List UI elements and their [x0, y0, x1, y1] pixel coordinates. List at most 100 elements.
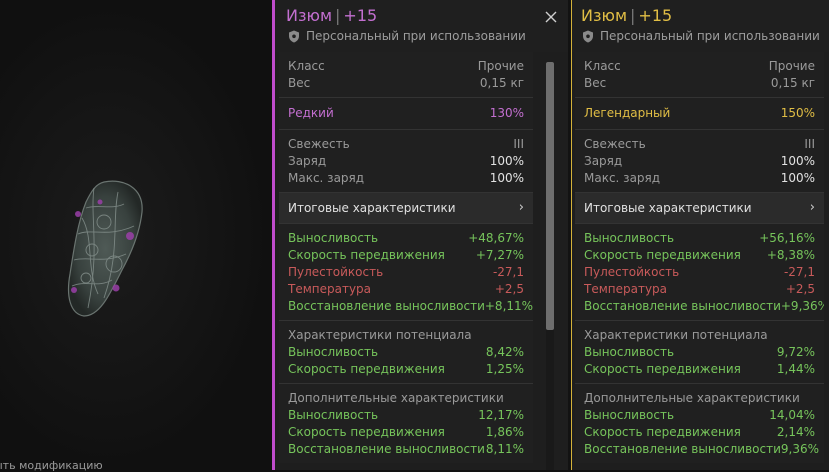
- section-title: Дополнительные характеристики: [288, 391, 504, 405]
- summary-toggle-button[interactable]: Итоговые характеристики ›: [575, 193, 824, 224]
- stat-row: Восстановление выносливости+9,36%: [584, 298, 824, 315]
- stat-label: Свежесть: [584, 137, 646, 151]
- stat-row: Макс. заряд 100%: [288, 170, 524, 187]
- title-separator: |: [335, 6, 341, 25]
- stat-value: +8,11%: [484, 299, 533, 313]
- tooltip-body[interactable]: Класс Прочие Вес 0,15 кг Редкий 130% Свежес…: [279, 52, 533, 470]
- stat-value: Прочие: [477, 59, 524, 73]
- tooltip-header: Изюм | +15 Персональный при использовании: [275, 0, 568, 52]
- stat-value: +9,36%: [780, 299, 824, 313]
- stat-label: Выносливость: [584, 231, 675, 245]
- stat-value: 1,86%: [485, 425, 524, 439]
- scrollbar-thumb[interactable]: [546, 62, 554, 330]
- stat-value: Прочие: [768, 59, 815, 73]
- stat-row: Выносливость 14,04%: [584, 407, 815, 424]
- tooltip-body[interactable]: Класс Прочие Вес 0,15 кг Легендарный 150% С…: [575, 52, 824, 470]
- stat-label: Скорость передвижения: [584, 425, 741, 439]
- stat-label: Пулестойкость: [584, 265, 680, 279]
- stat-value: +56,16%: [759, 231, 815, 245]
- raisin-artifact-image: [67, 180, 143, 317]
- chevron-right-icon: ›: [809, 200, 815, 215]
- item-tooltip-compare: Изюм | +15 Персональный при использовании …: [571, 0, 829, 470]
- binding-text: Персональный при использовании: [600, 29, 820, 43]
- info-section: Класс Прочие Вес 0,15 кг: [575, 52, 824, 98]
- stat-label: Свежесть: [288, 137, 350, 151]
- stat-row: Восстановление выносливости 8,11%: [288, 441, 524, 458]
- stat-label: Выносливость: [288, 408, 379, 422]
- stat-label: Скорость передвижения: [584, 362, 741, 376]
- stat-row: Скорость передвижения 1,25%: [288, 361, 524, 378]
- stat-label: Вес: [288, 76, 311, 90]
- extra-section: Дополнительные характеристики Выносливос…: [279, 384, 533, 463]
- potential-section: Характеристики потенциала Выносливость 8,…: [279, 321, 533, 384]
- section-title: Дополнительные характеристики: [584, 391, 800, 405]
- stat-value: 2,14%: [776, 425, 815, 439]
- stat-label: Восстановление выносливости: [288, 442, 485, 456]
- item-name: Изюм: [286, 6, 333, 25]
- stat-row: Макс. заряд 100%: [584, 170, 815, 187]
- item-level: +15: [638, 6, 673, 25]
- stat-row: Вес 0,15 кг: [288, 75, 524, 92]
- rarity-section: Легендарный 150%: [575, 98, 824, 130]
- scrollbar-track[interactable]: [546, 62, 554, 470]
- stat-label: Выносливость: [288, 231, 379, 245]
- stat-row: Вес 0,15 кг: [584, 75, 815, 92]
- binding-info: Персональный при использовании: [288, 29, 526, 43]
- shield-icon: [583, 30, 593, 42]
- charge-section: Свежесть III Заряд 100% Макс. заряд 100%: [279, 130, 533, 193]
- extra-section: Дополнительные характеристики Выносливос…: [575, 384, 824, 463]
- stat-value: +8,38%: [766, 248, 815, 262]
- stat-label: Макс. заряд: [288, 171, 365, 185]
- rarity-label: Легендарный: [584, 106, 671, 120]
- summary-label: Итоговые характеристики: [288, 201, 456, 215]
- stat-label: Восстановление выносливости: [288, 299, 485, 313]
- stat-label: Класс: [288, 59, 325, 73]
- stat-label: Скорость передвижения: [584, 248, 741, 262]
- stat-value: 1,25%: [485, 362, 524, 376]
- title-separator: |: [630, 6, 636, 25]
- stat-value: 9,72%: [776, 345, 815, 359]
- stat-row: Скорость передвижения 2,14%: [584, 424, 815, 441]
- stat-row: Выносливость +48,67%: [288, 230, 524, 247]
- stat-label: Температура: [288, 282, 372, 296]
- shield-icon: [289, 30, 299, 42]
- stat-label: Выносливость: [288, 345, 379, 359]
- chevron-right-icon: ›: [518, 200, 524, 215]
- stat-label: Макс. заряд: [584, 171, 661, 185]
- stat-label: Класс: [584, 59, 621, 73]
- stat-value: 100%: [780, 171, 815, 185]
- stat-row: Класс Прочие: [584, 58, 815, 75]
- binding-text: Персональный при использовании: [306, 29, 526, 43]
- stat-label: Температура: [584, 282, 668, 296]
- stat-label: Вес: [584, 76, 607, 90]
- stat-row: Температура +2,5: [288, 281, 524, 298]
- stat-label: Выносливость: [584, 345, 675, 359]
- stat-value: 0,15 кг: [770, 76, 815, 90]
- item-title: Изюм | +15: [286, 6, 377, 25]
- stat-row: Выносливость +56,16%: [584, 230, 815, 247]
- modify-hint-text[interactable]: ыть модификацию: [0, 459, 103, 472]
- stat-value: -27,1: [783, 265, 815, 279]
- stat-label: Выносливость: [584, 408, 675, 422]
- rarity-section: Редкий 130%: [279, 98, 533, 130]
- rarity-row: Редкий 130%: [288, 105, 524, 122]
- stat-value: +2,5: [494, 282, 524, 296]
- stat-value: 9,36%: [780, 442, 819, 456]
- stat-row: Скорость передвижения 1,44%: [584, 361, 815, 378]
- stat-value: -27,1: [492, 265, 524, 279]
- stat-value: 14,04%: [769, 408, 815, 422]
- stat-row: Класс Прочие: [288, 58, 524, 75]
- binding-info: Персональный при использовании: [582, 29, 820, 43]
- stat-label: Скорость передвижения: [288, 425, 445, 439]
- totals-section: Выносливость +56,16% Скорость передвижени…: [575, 224, 824, 321]
- stat-value: 12,17%: [478, 408, 524, 422]
- item-level: +15: [343, 6, 378, 25]
- section-title: Характеристики потенциала: [288, 328, 472, 342]
- stat-value: +48,67%: [468, 231, 524, 245]
- close-icon[interactable]: [544, 10, 558, 24]
- stat-row: Восстановление выносливости +8,11%: [288, 298, 533, 315]
- stat-label: Скорость передвижения: [288, 362, 445, 376]
- stat-value: 8,11%: [485, 442, 524, 456]
- rarity-value: 130%: [489, 106, 524, 120]
- summary-toggle-button[interactable]: Итоговые характеристики ›: [279, 193, 533, 224]
